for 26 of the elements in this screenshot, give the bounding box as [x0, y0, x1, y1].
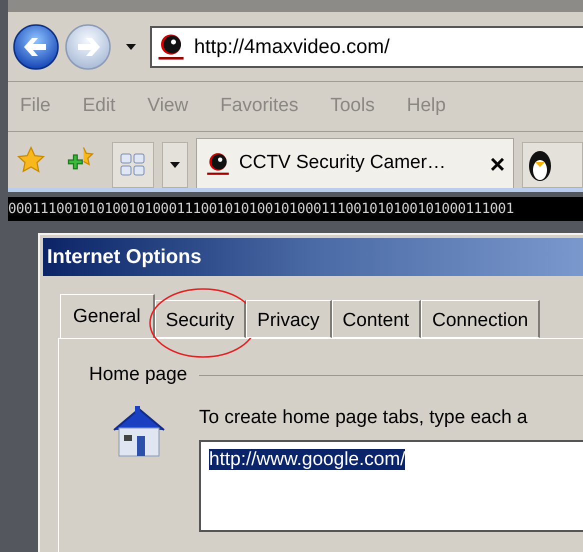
dialog-tab[interactable]: General [60, 294, 155, 338]
tab-close-button[interactable]: × [490, 150, 505, 176]
back-icon[interactable] [12, 22, 60, 70]
address-text: http://4maxvideo.com/ [194, 34, 390, 60]
penguin-icon[interactable] [527, 148, 553, 182]
hint-text: To create home page tabs, type each a [199, 406, 528, 430]
dialog-tab[interactable]: Security [154, 300, 246, 338]
home-page-field[interactable]: http://www.google.com/ [199, 440, 583, 532]
grid-icon [119, 152, 147, 178]
dialog-title: Internet Options [47, 245, 202, 270]
caret-icon [170, 162, 180, 168]
tab-grid-button[interactable] [112, 142, 154, 188]
site-logo-icon [156, 32, 186, 62]
binary-text: 000111001010100101000111001010100101000111001010100101000111001 [8, 200, 514, 218]
dialog-tab[interactable]: Content [332, 300, 422, 338]
caret-icon[interactable] [124, 42, 138, 52]
tab-list-button[interactable] [162, 142, 188, 188]
browser-tab[interactable]: CCTV Security Camer… × [196, 138, 514, 188]
dialog-tab[interactable]: Privacy [246, 300, 332, 338]
address-field[interactable]: http://4maxvideo.com/ [150, 26, 583, 68]
site-logo-icon [205, 150, 231, 176]
dialog-tab[interactable]: Connection [421, 300, 540, 338]
star-icon[interactable] [16, 145, 46, 175]
field-value: http://www.google.com/ [209, 449, 406, 470]
tab-title: CCTV Security Camer… [239, 151, 446, 176]
group-legend: Home page [89, 361, 188, 390]
